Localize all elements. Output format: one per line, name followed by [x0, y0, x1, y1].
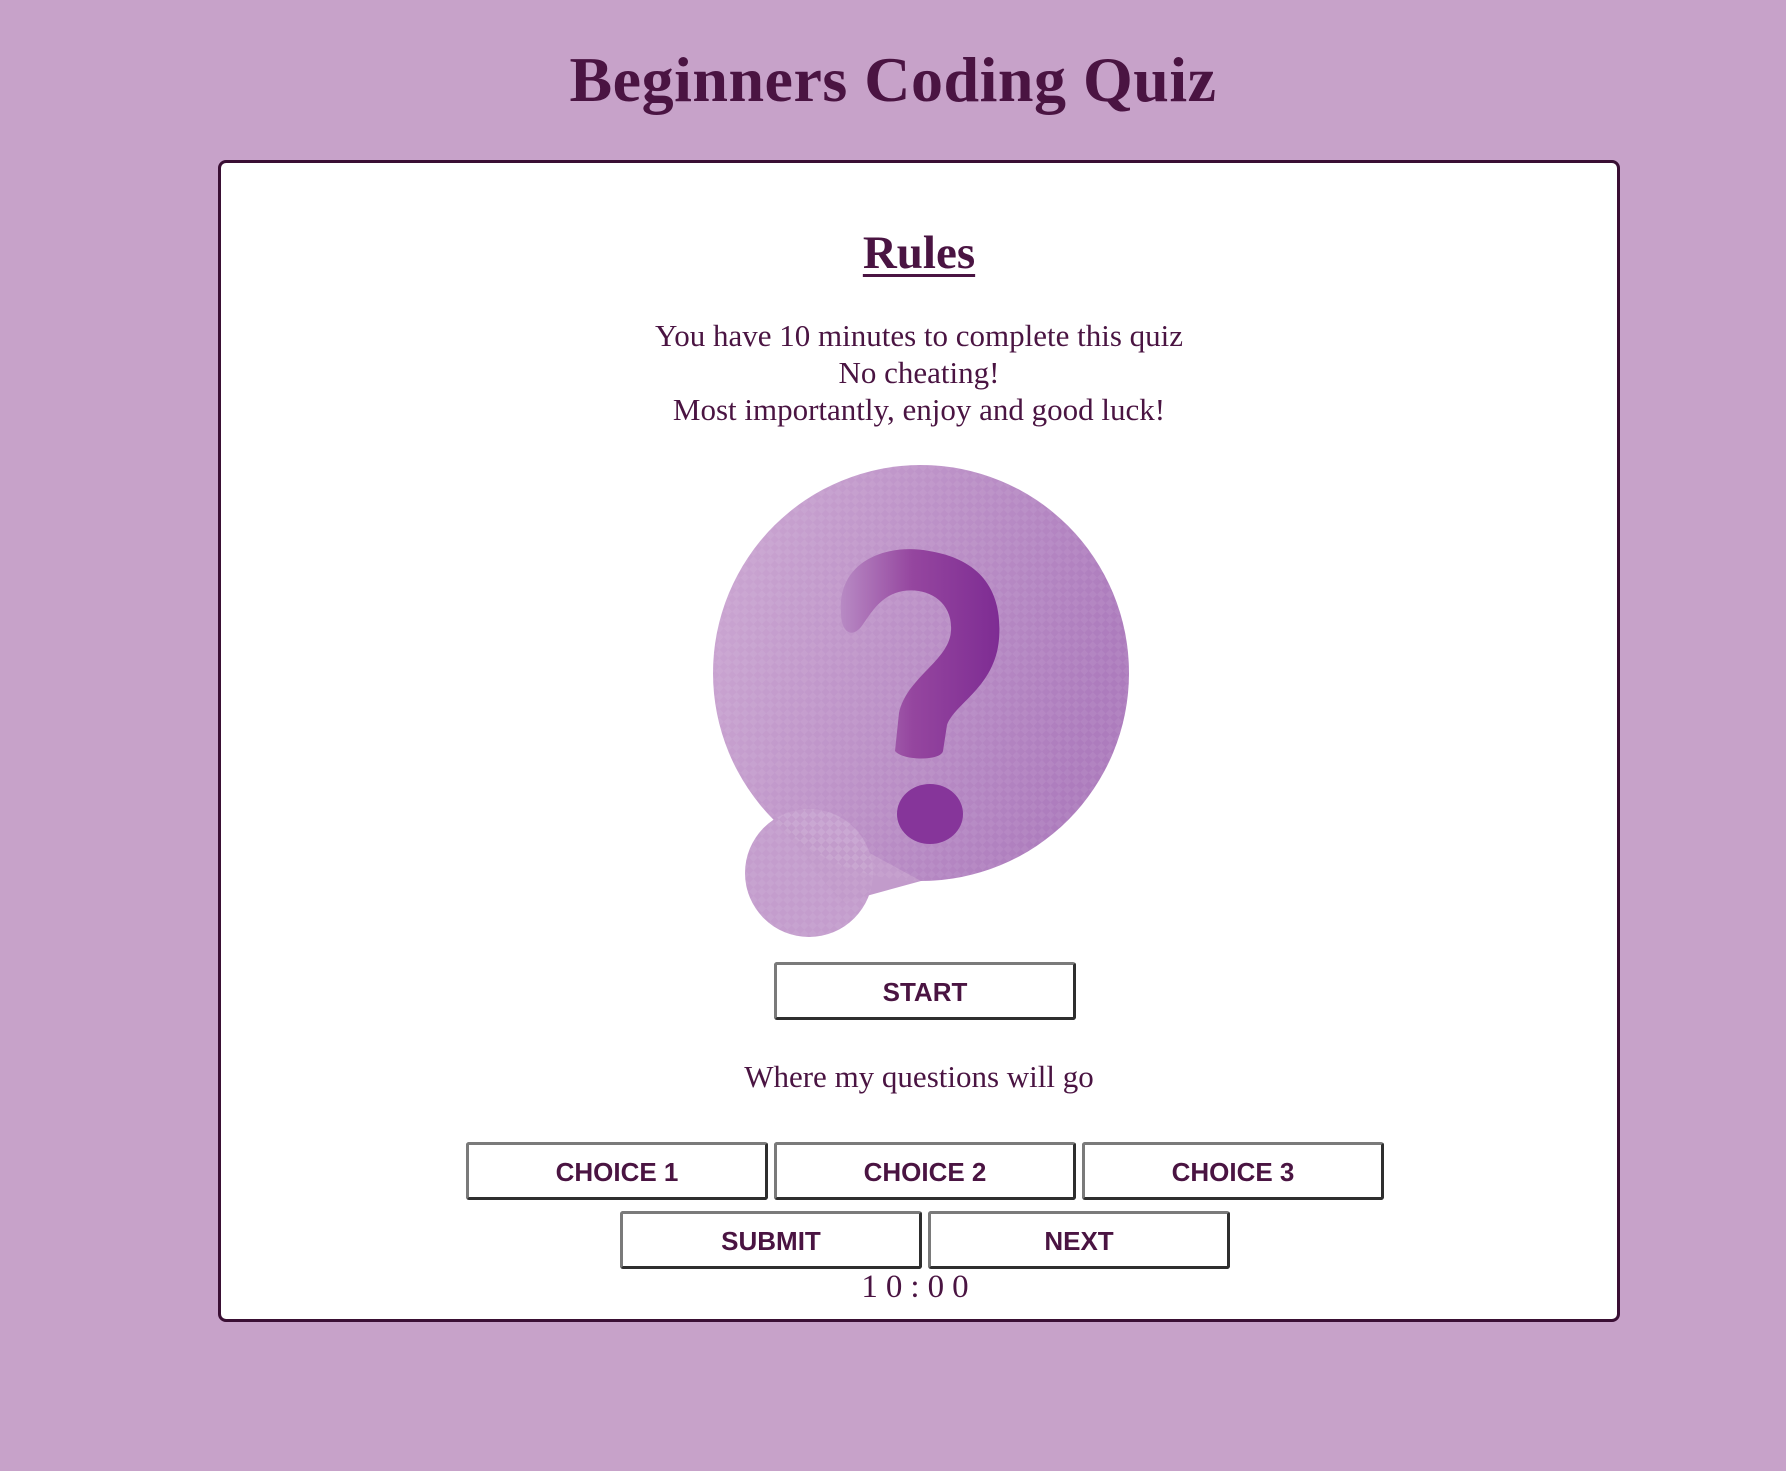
next-button[interactable]: NEXT — [928, 1211, 1230, 1269]
rules-line-cheating: No cheating! — [838, 355, 1000, 390]
submit-button[interactable]: SUBMIT — [620, 1211, 922, 1269]
choice-1-button[interactable]: CHOICE 1 — [466, 1142, 768, 1200]
choice-3-button[interactable]: CHOICE 3 — [1082, 1142, 1384, 1200]
rules-text: You have 10 minutes to complete this qui… — [221, 317, 1617, 428]
rules-line-time: You have 10 minutes to complete this qui… — [654, 318, 1184, 353]
page-title: Beginners Coding Quiz — [569, 44, 1217, 115]
rules-line-luck: Most importantly, enjoy and good luck! — [672, 392, 1166, 427]
question-text: Where my questions will go — [744, 1059, 1094, 1094]
choice-2-button[interactable]: CHOICE 2 — [774, 1142, 1076, 1200]
quiz-card: Rules You have 10 minutes to complete th… — [218, 160, 1620, 1322]
countdown-timer: 10:00 — [861, 1269, 977, 1305]
question-mark-bubble-icon — [713, 465, 1129, 937]
rules-heading: Rules — [862, 227, 976, 279]
start-button[interactable]: START — [774, 962, 1076, 1020]
